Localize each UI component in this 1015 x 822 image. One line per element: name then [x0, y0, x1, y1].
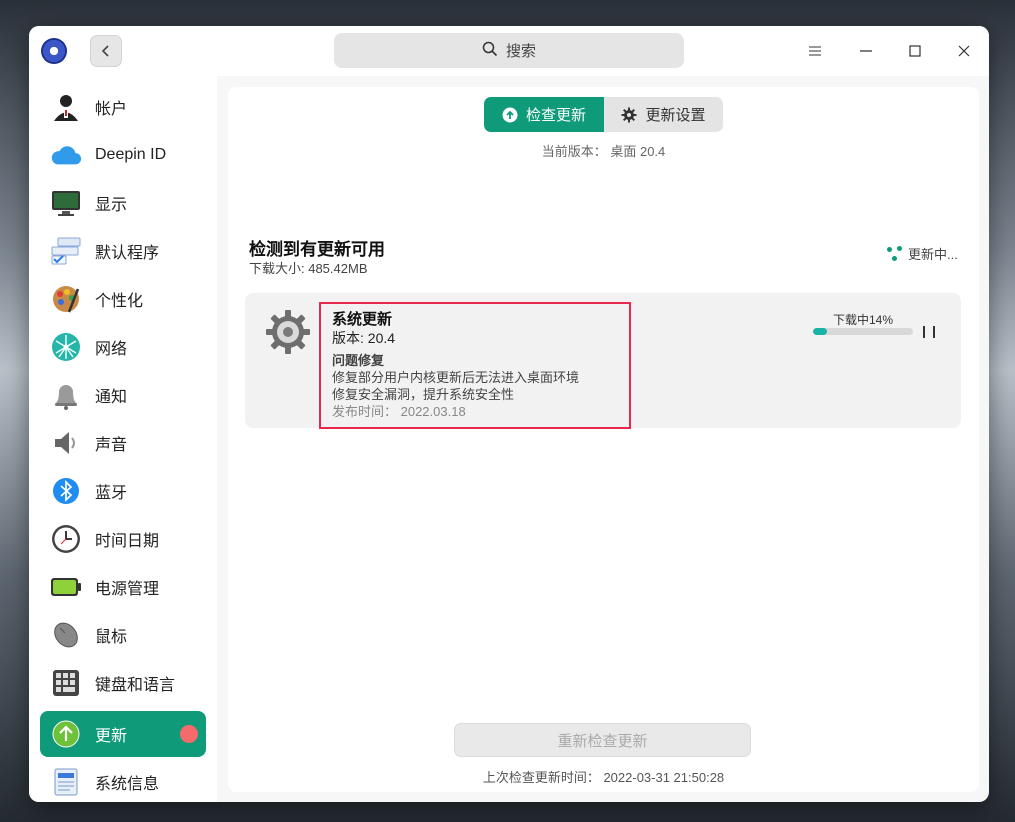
pause-button[interactable] — [923, 326, 935, 338]
sidebar-item-label: 个性化 — [95, 293, 144, 310]
update-tabs: 检查更新 更新设置 — [484, 97, 723, 132]
titlebar: 搜索 — [29, 26, 989, 76]
chevron-left-icon — [101, 45, 109, 57]
back-button[interactable] — [90, 35, 122, 67]
minimize-button[interactable] — [854, 39, 878, 63]
sidebar-item-label: 鼠标 — [95, 629, 128, 646]
sidebar-item-mouse[interactable]: 鼠标 — [40, 612, 206, 658]
sidebar-item-deepin-id[interactable]: Deepin ID — [40, 132, 206, 178]
sidebar-item-label: Deepin ID — [95, 146, 167, 163]
sidebar-item-label: 通知 — [95, 389, 128, 406]
highlight-box — [319, 302, 631, 429]
sidebar-item-label: 声音 — [95, 437, 128, 454]
speaker-icon — [50, 427, 82, 459]
last-check-time: 上次检查更新时间： 2022-03-31 21:50:28 — [482, 770, 725, 785]
bluetooth-icon — [50, 475, 82, 507]
sidebar-item-network[interactable]: 网络 — [40, 324, 206, 370]
mouse-icon — [50, 619, 82, 651]
update-item-card: 系统更新 版本: 20.4 问题修复 修复部分用户内核更新后无法进入桌面环境 修… — [245, 293, 961, 429]
sidebar-item-notification[interactable]: 通知 — [40, 372, 206, 418]
system-info-icon — [50, 766, 82, 798]
system-update-gear-icon — [265, 309, 311, 355]
search-input[interactable]: 搜索 — [334, 33, 684, 68]
sidebar-item-label: 时间日期 — [95, 533, 160, 550]
bell-icon — [50, 379, 82, 411]
close-button[interactable] — [952, 39, 976, 63]
sidebar-item-label: 蓝牙 — [95, 485, 128, 502]
recheck-update-button[interactable]: 重新检查更新 — [454, 723, 751, 757]
update-panel: 检查更新 更新设置 当前版本： 桌面 20.4 检测到有更新可用 下载大小: 4… — [228, 87, 979, 792]
maximize-icon — [909, 45, 921, 57]
download-progress-fill — [813, 328, 827, 335]
network-icon — [50, 331, 82, 363]
upload-circle-icon — [502, 107, 518, 123]
battery-icon — [50, 571, 82, 603]
sidebar-item-label: 默认程序 — [95, 245, 160, 262]
sidebar-item-update[interactable]: 更新 — [40, 711, 206, 757]
sidebar-item-keyboard[interactable]: 键盘和语言 — [40, 660, 206, 706]
sidebar-item-default-apps[interactable]: 默认程序 — [40, 228, 206, 274]
tab-check-update[interactable]: 检查更新 — [484, 97, 604, 132]
sidebar-item-label: 帐户 — [95, 101, 128, 118]
spinner-icon — [886, 245, 904, 263]
sidebar-item-power[interactable]: 电源管理 — [40, 564, 206, 610]
default-apps-icon — [50, 235, 82, 267]
search-placeholder: 搜索 — [505, 43, 536, 60]
clock-icon — [50, 523, 82, 555]
search-icon — [482, 41, 498, 61]
download-progress-bar — [813, 328, 913, 335]
tab-label: 更新设置 — [645, 107, 706, 124]
sidebar: 帐户 Deepin ID 显示 默认程序 个性化 网络 通知 声音 蓝牙 时间日… — [29, 76, 217, 802]
updating-label: 更新中... — [908, 247, 958, 262]
gear-icon — [621, 107, 637, 123]
sidebar-item-label: 网络 — [95, 341, 128, 358]
keyboard-icon — [50, 667, 82, 699]
sidebar-item-label: 键盘和语言 — [95, 677, 176, 694]
menu-button[interactable] — [803, 39, 827, 63]
control-center-window: 搜索 帐户 Deepin ID 显示 默认程序 个性化 网络 通知 声音 蓝牙 … — [29, 26, 989, 802]
sidebar-item-display[interactable]: 显示 — [40, 180, 206, 226]
minimize-icon — [860, 50, 872, 52]
sidebar-item-datetime[interactable]: 时间日期 — [40, 516, 206, 562]
download-size: 下载大小: 485.42MB — [249, 261, 368, 276]
menu-icon — [809, 46, 821, 56]
sidebar-item-personalization[interactable]: 个性化 — [40, 276, 206, 322]
sidebar-item-sound[interactable]: 声音 — [40, 420, 206, 466]
current-version: 当前版本： 桌面 20.4 — [541, 144, 666, 159]
sidebar-item-label: 电源管理 — [95, 581, 160, 598]
account-icon — [50, 91, 82, 123]
updating-status: 更新中... — [886, 244, 958, 263]
sidebar-item-system-info[interactable]: 系统信息 — [40, 759, 206, 802]
sidebar-item-label: 系统信息 — [95, 776, 160, 793]
personalization-icon — [50, 283, 82, 315]
update-status-title: 检测到有更新可用 — [249, 240, 385, 259]
cloud-icon — [50, 139, 82, 171]
update-arrow-icon — [50, 718, 82, 750]
display-icon — [50, 187, 82, 219]
sidebar-item-label: 显示 — [95, 197, 128, 214]
maximize-button[interactable] — [903, 39, 927, 63]
tab-update-settings[interactable]: 更新设置 — [604, 97, 723, 132]
download-progress-label: 下载中14% — [833, 313, 894, 327]
app-logo-icon — [41, 38, 67, 64]
tab-label: 检查更新 — [525, 107, 586, 124]
close-icon — [958, 45, 970, 57]
sidebar-item-label: 更新 — [95, 728, 128, 745]
sidebar-item-bluetooth[interactable]: 蓝牙 — [40, 468, 206, 514]
notification-badge — [180, 725, 198, 743]
sidebar-item-account[interactable]: 帐户 — [40, 84, 206, 130]
